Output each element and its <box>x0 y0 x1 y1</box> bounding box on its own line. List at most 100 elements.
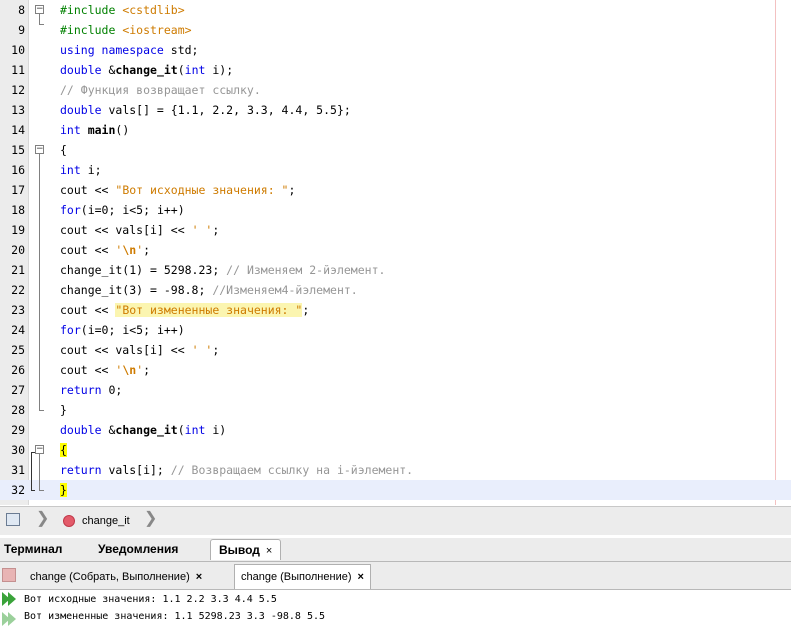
code-token: #include <box>60 3 123 17</box>
code-text[interactable]: cout << vals[i] << ' '; <box>60 220 219 240</box>
code-line[interactable]: 17 cout << "Вот исходные значения: "; <box>0 180 791 200</box>
fold-end <box>39 410 44 411</box>
code-text[interactable]: cout << "Вот измененные значения: "; <box>60 300 309 320</box>
stop-icon[interactable] <box>2 568 16 582</box>
code-text[interactable]: cout << "Вот исходные значения: "; <box>60 180 295 200</box>
close-icon[interactable]: × <box>266 545 272 557</box>
code-line[interactable]: 13 double vals[] = {1.1, 2.2, 3.3, 4.4, 5… <box>0 100 791 120</box>
line-number: 11 <box>11 63 25 77</box>
code-line[interactable]: 23 cout << "Вот измененные значения: "; <box>0 300 791 320</box>
code-token: (i=0; i<5; i++) <box>80 323 185 337</box>
code-line[interactable]: 20 cout << '\n'; <box>0 240 791 260</box>
fold-end <box>39 490 44 491</box>
line-number: 9 <box>18 23 25 37</box>
code-line[interactable]: 15 { <box>0 140 791 160</box>
code-line[interactable]: 32} <box>0 480 791 500</box>
code-line[interactable]: 29 double &change_it(int i) <box>0 420 791 440</box>
code-text[interactable]: return vals[i]; // Возвращаем ссылку на … <box>60 460 413 480</box>
tab-output[interactable]: Вывод × <box>210 539 282 560</box>
brace-match-bracket <box>31 452 32 490</box>
source-file-icon[interactable] <box>6 513 20 526</box>
code-token: for <box>60 203 81 217</box>
code-line[interactable]: 28} <box>0 400 791 420</box>
fold-guide <box>39 154 40 410</box>
code-line[interactable]: 11 double &change_it(int i); <box>0 60 791 80</box>
rerun-icon[interactable] <box>2 592 18 606</box>
code-line[interactable]: 12 // Функция возвращает ссылку. <box>0 80 791 100</box>
breadcrumb-function[interactable]: change_it <box>82 515 130 527</box>
code-token: double <box>60 63 109 77</box>
code-text[interactable]: #include <iostream> <box>60 20 192 40</box>
code-token: // Функция возвращает ссылку. <box>60 83 261 97</box>
fold-toggle-icon[interactable]: − <box>35 145 44 154</box>
code-line[interactable]: 22 change_it(3) = -98.8; //Изменяем4-йэле… <box>0 280 791 300</box>
code-text[interactable]: // Функция возвращает ссылку. <box>60 80 261 100</box>
code-token: int <box>60 123 88 137</box>
code-text[interactable]: cout << vals[i] << ' '; <box>60 340 219 360</box>
code-line[interactable]: 25 cout << vals[i] << ' '; <box>0 340 791 360</box>
code-text[interactable]: cout << '\n'; <box>60 240 150 260</box>
code-token: ; <box>143 243 151 257</box>
code-line[interactable]: 16 int i; <box>0 160 791 180</box>
code-text[interactable]: } <box>60 400 67 420</box>
close-icon[interactable]: × <box>196 571 202 583</box>
code-text[interactable]: cout << '\n'; <box>60 360 150 380</box>
code-text[interactable]: { <box>60 440 67 460</box>
code-text[interactable]: double &change_it(int i) <box>60 420 226 440</box>
code-text[interactable]: double vals[] = {1.1, 2.2, 3.3, 4.4, 5.5… <box>60 100 351 120</box>
code-token: ; <box>302 303 310 317</box>
code-token: { <box>60 143 67 157</box>
brace-match-bracket <box>31 452 35 453</box>
fold-toggle-icon[interactable]: − <box>35 445 44 454</box>
code-line[interactable]: 30 { <box>0 440 791 460</box>
code-token: main <box>87 123 116 137</box>
brace-match-bracket <box>31 490 35 491</box>
code-text[interactable]: { <box>60 140 67 160</box>
code-line[interactable]: 31 return vals[i]; // Возвращаем ссылку н… <box>0 460 791 480</box>
code-text[interactable]: for(i=0; i<5; i++) <box>60 320 185 340</box>
code-line[interactable]: 18 for(i=0; i<5; i++) <box>0 200 791 220</box>
code-token: { <box>60 443 67 457</box>
fold-toggle-icon[interactable]: − <box>35 5 44 14</box>
line-number: 28 <box>11 403 25 417</box>
line-number: 27 <box>11 383 25 397</box>
code-token: vals[i]; <box>108 463 171 477</box>
code-line[interactable]: 10 using namespace std; <box>0 40 791 60</box>
code-token: double <box>60 423 109 437</box>
code-text[interactable]: } <box>60 480 67 500</box>
line-number: 32 <box>11 483 25 497</box>
code-text[interactable]: #include <cstdlib> <box>60 0 185 20</box>
code-token: i; <box>87 163 102 177</box>
code-line[interactable]: 26 cout << '\n'; <box>0 360 791 380</box>
code-text[interactable]: change_it(3) = -98.8; //Изменяем4-йэлеме… <box>60 280 358 300</box>
code-line[interactable]: 19 cout << vals[i] << ' '; <box>0 220 791 240</box>
code-line[interactable]: 27 return 0; <box>0 380 791 400</box>
code-line[interactable]: 24 for(i=0; i<5; i++) <box>0 320 791 340</box>
tab-build-run[interactable]: change (Собрать, Выполнение) × <box>24 566 208 589</box>
chevron-right-icon[interactable]: ❯ <box>144 511 157 527</box>
code-token: double <box>60 103 109 117</box>
tab-notifications[interactable]: Уведомления <box>90 539 186 560</box>
rerun-icon[interactable] <box>2 612 18 626</box>
code-token: change_it <box>115 63 178 77</box>
tab-run[interactable]: change (Выполнение) × <box>234 564 371 589</box>
tab-terminal[interactable]: Терминал <box>0 539 70 560</box>
output-console[interactable]: Вот исходные значения: 1.1 2.2 3.3 4.4 5… <box>0 590 791 631</box>
code-text[interactable]: int main() <box>60 120 129 140</box>
code-line[interactable]: 8 #include <cstdlib> <box>0 0 791 20</box>
code-line[interactable]: 21 change_it(1) = 5298.23; // Изменяем 2-… <box>0 260 791 280</box>
code-text[interactable]: double &change_it(int i); <box>60 60 233 80</box>
code-text[interactable]: int i; <box>60 160 102 180</box>
code-editor[interactable]: 8 #include <cstdlib> 9 #include <iostream> 1… <box>0 0 791 505</box>
code-text[interactable]: return 0; <box>60 380 122 400</box>
close-icon[interactable]: × <box>358 571 364 583</box>
code-token: cout << vals[i] << <box>60 343 192 357</box>
code-text[interactable]: change_it(1) = 5298.23; // Изменяем 2-йэ… <box>60 260 385 280</box>
code-line[interactable]: 14 int main() <box>0 120 791 140</box>
code-token: "Вот измененные значения: " <box>115 303 303 317</box>
code-line[interactable]: 9 #include <iostream> <box>0 20 791 40</box>
code-text[interactable]: using namespace std; <box>60 40 198 60</box>
fold-end <box>39 24 44 25</box>
code-text[interactable]: for(i=0; i<5; i++) <box>60 200 185 220</box>
fold-guide <box>39 14 40 24</box>
